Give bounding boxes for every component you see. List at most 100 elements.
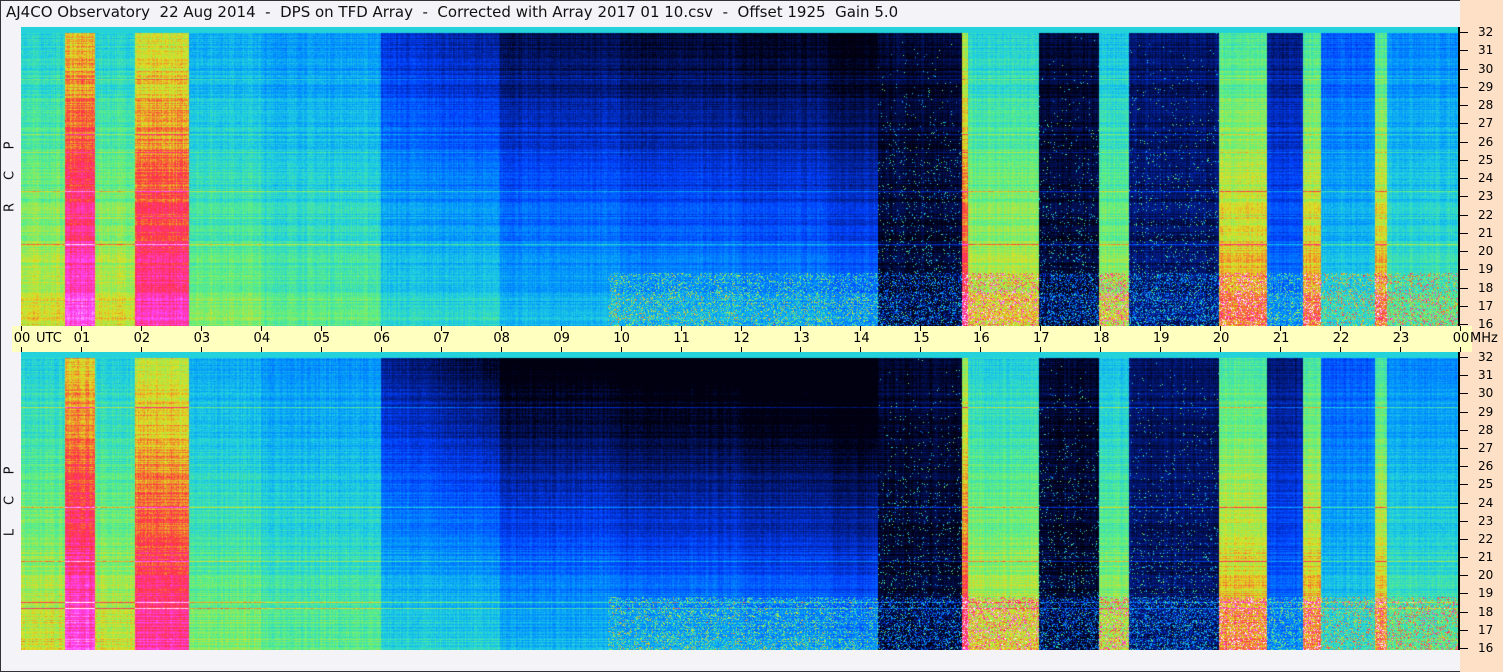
x-tick [80, 347, 82, 352]
x-tick-label: 12 [733, 331, 750, 346]
x-tick [200, 347, 202, 352]
y-tick [1460, 105, 1468, 106]
y-tick-label: 24 [1478, 495, 1494, 510]
x-tick [860, 347, 862, 352]
y-tick [1460, 214, 1468, 216]
x-tick-label: 11 [673, 331, 690, 346]
y-tick [1460, 305, 1468, 307]
y-tick-label: 26 [1478, 134, 1494, 149]
lcp-spectrogram [21, 352, 1458, 650]
x-tick-label: 17 [1033, 331, 1050, 346]
y-tick-label: 17 [1478, 298, 1494, 313]
x-tick-label: 08 [493, 331, 510, 346]
x-tick [1460, 347, 1461, 352]
x-tick [620, 347, 622, 352]
x-tick [1040, 347, 1042, 352]
y-tick [1460, 68, 1468, 70]
y-tick [1460, 32, 1468, 33]
pol-letter: R [2, 202, 18, 213]
y-tick [1460, 357, 1468, 358]
x-axis-unit-label: UTC [36, 331, 62, 346]
y-tick [1460, 411, 1468, 413]
y-tick-label: 22 [1478, 207, 1494, 222]
x-tick [680, 347, 682, 352]
y-tick-label: 19 [1478, 586, 1494, 601]
x-tick [1160, 347, 1162, 352]
y-tick [1460, 593, 1468, 595]
y-tick-label: 21 [1478, 550, 1494, 565]
x-tick [1220, 347, 1222, 352]
x-tick [1400, 347, 1402, 352]
x-tick-label: 01 [73, 331, 91, 346]
y-tick-label: 24 [1478, 171, 1494, 185]
y-tick [1460, 629, 1468, 631]
x-tick-label: 07 [433, 331, 450, 346]
y-tick [1460, 50, 1468, 52]
y-tick [1460, 466, 1468, 468]
y-tick-label: 29 [1478, 404, 1494, 419]
x-tick-label: 00 [13, 331, 31, 346]
y-tick [1460, 324, 1468, 325]
y-tick-label: 30 [1478, 61, 1494, 76]
y-tick-label: 25 [1478, 477, 1494, 492]
x-tick-label: 06 [373, 331, 391, 346]
y-tick-label: 28 [1478, 98, 1494, 112]
y-tick [1460, 196, 1468, 198]
x-tick [800, 347, 802, 352]
x-tick [140, 347, 142, 352]
y-tick [1460, 178, 1468, 179]
x-tick-label: 09 [553, 331, 570, 346]
y-tick-label: 20 [1478, 568, 1494, 583]
y-tick-label: 27 [1478, 440, 1494, 455]
x-tick-label: 19 [1152, 331, 1170, 346]
x-tick-label: 14 [853, 331, 870, 346]
x-tick [980, 347, 982, 352]
y-tick-label: 23 [1478, 513, 1494, 528]
y-tick-label: 29 [1478, 79, 1494, 94]
y-tick-label: 27 [1478, 116, 1494, 131]
y-tick-label: 16 [1478, 641, 1494, 655]
x-tick-label: 16 [973, 331, 990, 346]
x-tick-label: 22 [1332, 331, 1350, 346]
chart-title: AJ4CO Observatory 22 Aug 2014 - DPS on T… [6, 3, 899, 21]
x-tick [380, 347, 382, 352]
y-tick-label: 31 [1478, 43, 1494, 58]
x-tick [440, 347, 442, 352]
y-tick-label: 32 [1478, 25, 1494, 39]
y-tick [1460, 502, 1468, 504]
y-tick [1460, 159, 1468, 161]
y-tick-label: 21 [1478, 225, 1494, 240]
y-tick [1460, 141, 1468, 143]
pol-letter: L [2, 528, 18, 537]
y-tick-label: 20 [1478, 244, 1494, 258]
y-tick [1460, 269, 1468, 271]
rcp-spectrogram [21, 27, 1458, 326]
lcp-label: P C L [2, 455, 18, 545]
x-tick [560, 347, 562, 352]
x-tick [1280, 347, 1282, 352]
y-tick [1460, 611, 1468, 613]
x-tick-label: 21 [1272, 331, 1290, 346]
pol-letter: P [2, 141, 18, 150]
y-tick [1460, 86, 1468, 88]
y-tick-label: 23 [1478, 189, 1494, 204]
y-tick [1460, 520, 1468, 522]
x-tick [320, 347, 322, 352]
x-tick-label: 23 [1392, 331, 1410, 346]
y-tick-label: 18 [1478, 604, 1494, 619]
y-tick [1460, 287, 1468, 289]
y-tick [1460, 123, 1468, 125]
x-tick-label: 20 [1212, 331, 1230, 346]
y-tick [1460, 538, 1468, 540]
y-tick [1460, 484, 1468, 486]
y-tick [1460, 557, 1468, 559]
y-tick [1460, 429, 1468, 431]
y-tick-label: 17 [1478, 622, 1494, 637]
x-tick-label: 10 [613, 331, 630, 346]
x-tick [260, 347, 262, 352]
x-tick-label: 15 [913, 331, 930, 346]
pol-letter: C [2, 495, 18, 506]
x-tick-label: 18 [1092, 331, 1110, 346]
y-tick-label: 31 [1478, 368, 1494, 383]
y-tick-label: 16 [1478, 317, 1494, 331]
